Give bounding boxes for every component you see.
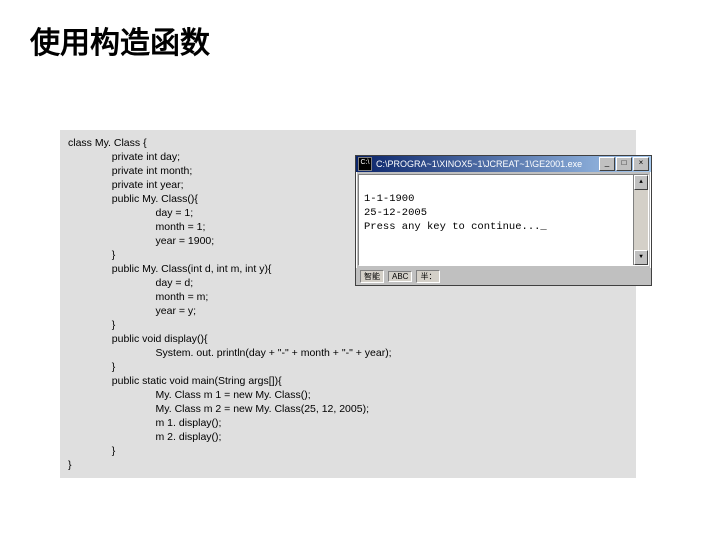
output-line-1: 1-1-1900	[364, 193, 414, 205]
scroll-up-button[interactable]: ▲	[634, 175, 648, 190]
titlebar: C:\ C:\PROGRA~1\XINOX5~1\JCREAT~1\GE2001…	[356, 156, 651, 172]
minimize-button[interactable]: _	[599, 157, 615, 171]
maximize-button[interactable]: □	[616, 157, 632, 171]
ime-bar: 智能 ABC 半：	[356, 268, 651, 285]
console-window: C:\ C:\PROGRA~1\XINOX5~1\JCREAT~1\GE2001…	[355, 155, 652, 286]
vertical-scrollbar[interactable]: ▲ ▼	[633, 175, 648, 265]
close-button[interactable]: ×	[633, 157, 649, 171]
scroll-down-button[interactable]: ▼	[634, 250, 648, 265]
cmd-icon: C:\	[358, 157, 372, 171]
output-line-3: Press any key to continue..._	[364, 221, 547, 233]
console-body: 1-1-1900 25-12-2005 Press any key to con…	[358, 174, 649, 266]
ime-mode-1[interactable]: 智能	[360, 270, 384, 283]
output-line-2: 25-12-2005	[364, 207, 427, 219]
window-title: C:\PROGRA~1\XINOX5~1\JCREAT~1\GE2001.exe	[376, 159, 599, 169]
titlebar-buttons: _ □ ×	[599, 157, 649, 171]
slide-title: 使用构造函数	[0, 0, 720, 62]
ime-mode-3[interactable]: 半：	[416, 270, 440, 283]
ime-mode-2[interactable]: ABC	[388, 271, 412, 282]
